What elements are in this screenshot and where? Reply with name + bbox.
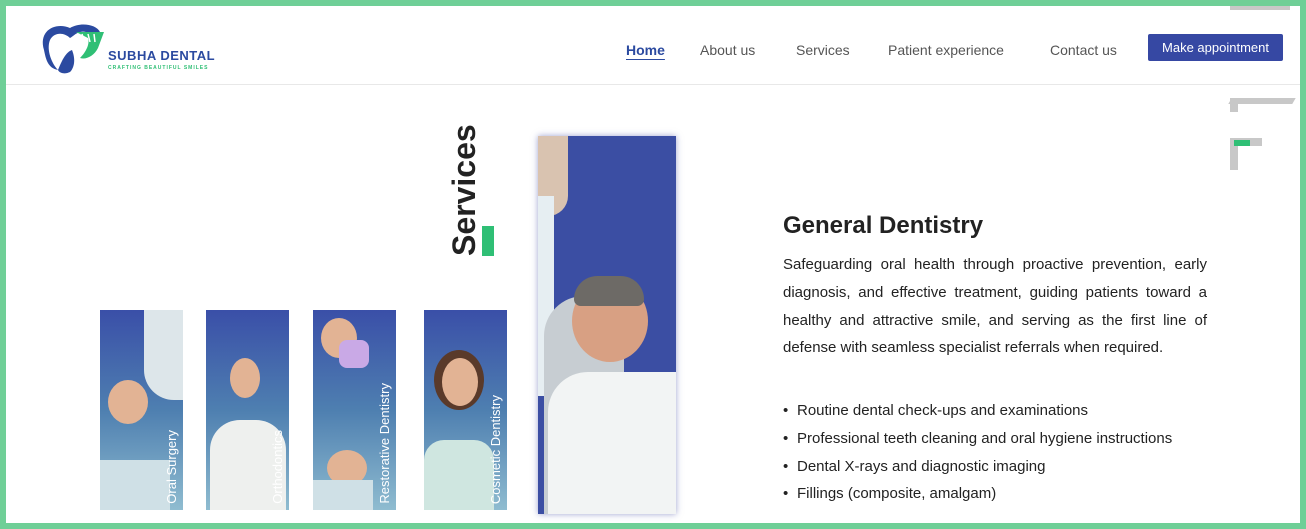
patient-figure — [442, 358, 478, 406]
patient-hair — [574, 276, 644, 306]
services-title: Services — [446, 124, 482, 256]
service-card-cosmetic[interactable]: Cosmetic Dentistry — [424, 310, 507, 510]
decor-bar — [1230, 6, 1290, 10]
site-header: SUBHA DENTAL CRAFTING BEAUTIFUL SMILES H… — [6, 6, 1300, 85]
nav-about[interactable]: About us — [700, 42, 755, 58]
dentist-figure — [144, 310, 183, 400]
patient-figure — [424, 440, 494, 510]
nav-contact[interactable]: Contact us — [1050, 42, 1117, 58]
services-heading: Services — [426, 124, 506, 266]
page-frame: SUBHA DENTAL CRAFTING BEAUTIFUL SMILES H… — [6, 6, 1300, 523]
service-card-restorative[interactable]: Restorative Dentistry — [313, 310, 396, 510]
patient-figure — [313, 480, 373, 510]
patient-figure — [548, 372, 676, 514]
service-card-label: Restorative Dentistry — [377, 383, 392, 504]
decor-bar — [1228, 98, 1296, 104]
list-item: Professional teeth cleaning and oral hyg… — [783, 425, 1172, 453]
service-card-label: Orthodontics — [270, 430, 285, 504]
service-card-label: Oral Surgery — [164, 430, 179, 504]
hero-image — [538, 136, 676, 514]
nav-services[interactable]: Services — [796, 42, 850, 58]
nav-home[interactable]: Home — [626, 42, 665, 58]
content-title: General Dentistry — [783, 212, 984, 239]
content-bullets: Routine dental check-ups and examination… — [783, 397, 1172, 508]
list-item: Fillings (composite, amalgam) — [783, 480, 1172, 508]
service-card-orthodontics[interactable]: Orthodontics — [206, 310, 289, 510]
service-card-label: Cosmetic Dentistry — [488, 394, 503, 504]
tooth-logo-icon[interactable] — [36, 20, 108, 76]
nav-patient-experience[interactable]: Patient experience — [888, 42, 1004, 58]
brand-tagline: CRAFTING BEAUTIFUL SMILES — [108, 65, 209, 71]
patient-figure — [108, 380, 148, 424]
patient-figure — [230, 358, 260, 398]
services-accent-mark — [482, 226, 494, 256]
brand-name: SUBHA DENTAL — [108, 48, 216, 63]
mask — [339, 340, 369, 368]
patient-figure — [100, 460, 170, 510]
decor-accent — [1234, 140, 1250, 146]
content-description: Safeguarding oral health through proacti… — [783, 256, 1207, 357]
make-appointment-button[interactable]: Make appointment — [1148, 34, 1283, 61]
list-item: Dental X-rays and diagnostic imaging — [783, 453, 1172, 481]
service-card-oral-surgery[interactable]: Oral Surgery — [100, 310, 183, 510]
list-item: Routine dental check-ups and examination… — [783, 397, 1172, 425]
